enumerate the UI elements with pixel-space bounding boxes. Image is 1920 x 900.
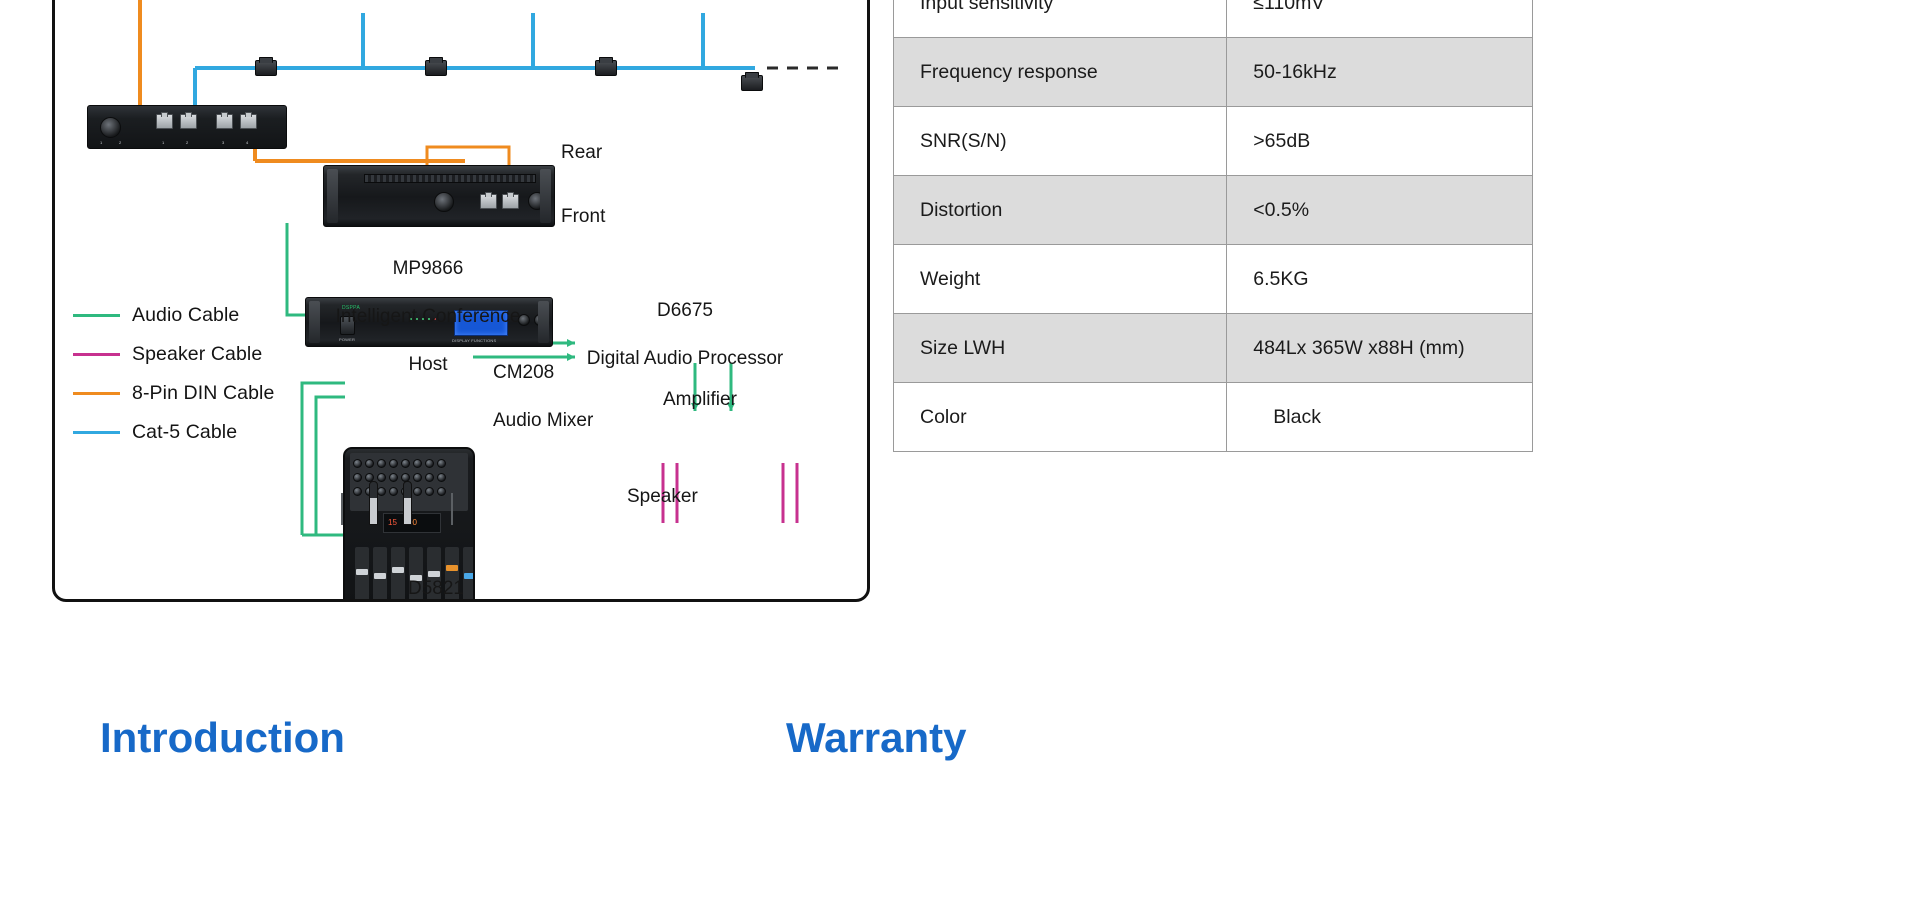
cable-connector-4 (741, 72, 763, 91)
table-row: Frequency response 50-16kHz (892, 37, 1533, 107)
legend-label-din-cable: 8-Pin DIN Cable (132, 382, 275, 404)
receiver-antenna-left (341, 493, 343, 525)
legend-item-din-cable: 8-Pin DIN Cable (73, 374, 333, 413)
table-row: Distortion <0.5% (892, 175, 1533, 245)
table-row: Input sensitivity ≤110mV (892, 0, 1533, 38)
front-side-label: Front (561, 206, 606, 227)
network-switch: 1 2 1 2 3 4 (87, 105, 287, 149)
legend-item-audio-cable: Audio Cable (73, 296, 333, 335)
specifications-table: Output Power ≤36W/18V/CH Line out 100Ω u… (892, 0, 1533, 452)
audio-processor-caption: D6675 Digital Audio Processor (525, 275, 845, 395)
processor-desc-label: Digital Audio Processor (586, 347, 784, 369)
handheld-microphone-1 (369, 481, 378, 525)
mixer-knob-row-1 (353, 459, 446, 468)
spec-key-size: Size LWH (892, 313, 1228, 383)
port-label-5: 3 (222, 140, 225, 145)
rear-din-port (434, 192, 454, 212)
spec-value-distortion: <0.5% (1226, 175, 1533, 245)
port-label-2: 2 (119, 140, 122, 145)
port-label-3: 1 (162, 140, 165, 145)
spec-value-weight: 6.5KG (1226, 244, 1533, 314)
port-label-4: 2 (186, 140, 189, 145)
port-label-6: 4 (246, 140, 249, 145)
amplifier-caption: Amplifier (663, 389, 737, 410)
audio-cable-swatch-icon (73, 314, 120, 317)
rear-power-socket (528, 192, 546, 210)
rear-rj45-2 (502, 192, 519, 209)
din-cable-swatch-icon (73, 392, 120, 395)
legend-label-audio-cable: Audio Cable (132, 304, 240, 326)
mixer-knob-row-2 (353, 473, 446, 482)
cable-connector-1 (255, 57, 277, 76)
spec-key-distortion: Distortion (892, 175, 1228, 245)
handheld-microphone-2 (403, 481, 412, 525)
cable-connector-2 (425, 57, 447, 76)
table-row: Size LWH 484Lx 365W x88H (mm) (892, 313, 1533, 383)
rj45-port-3 (216, 112, 233, 129)
spec-key-input-sensitivity: Input sensitivity (892, 0, 1228, 38)
processor-model-label: D6675 (657, 299, 713, 321)
spec-key-weight: Weight (892, 244, 1228, 314)
wireless-mic-caption: D5821 Wireless Microphone (281, 553, 591, 599)
conference-host-rear (323, 165, 555, 227)
rear-terminal-strip (364, 174, 536, 183)
rj45-port-1 (156, 112, 173, 129)
legend-item-cat5-cable: Cat-5 Cable (73, 413, 333, 452)
section-heading-introduction: Introduction (100, 720, 345, 761)
spec-value-snr: >65dB (1226, 106, 1533, 176)
mixer-knob-row-3 (353, 487, 446, 496)
mixer-desc-label: Audio Mixer (493, 409, 594, 431)
rj45-port-2 (180, 112, 197, 129)
port-label-1: 1 (100, 140, 103, 145)
speaker-caption: Speaker (627, 486, 698, 507)
section-headings-strip: Introduction Warranty (0, 720, 1920, 900)
spec-value-frequency-response: 50-16kHz (1226, 37, 1533, 107)
table-row: SNR(S/N) >65dB (892, 106, 1533, 176)
legend-item-speaker-cable: Speaker Cable (73, 335, 333, 374)
section-heading-warranty: Warranty (786, 720, 967, 761)
datasheet-page: 1 2 1 2 3 4 DSPPA POWER DISPLAY FUNCTION… (0, 0, 1920, 900)
din-connector-port (100, 117, 121, 138)
system-connection-diagram: 1 2 1 2 3 4 DSPPA POWER DISPLAY FUNCTION… (52, 0, 870, 602)
spec-key-color: Color (892, 382, 1228, 452)
legend-label-cat5-cable: Cat-5 Cable (132, 421, 238, 443)
spec-key-frequency-response: Frequency response (892, 37, 1228, 107)
table-row: Weight 6.5KG (892, 244, 1533, 314)
spec-value-size: 484Lx 365W x88H (mm) (1226, 313, 1533, 383)
receiver-antenna-right (451, 493, 453, 525)
table-row: Color Black (892, 382, 1533, 452)
cable-legend: Audio Cable Speaker Cable 8-Pin DIN Cabl… (73, 296, 333, 452)
rear-rj45-1 (480, 192, 497, 209)
mic-model-label: D5821 (408, 577, 464, 599)
spec-value-color: Black (1226, 382, 1533, 452)
rj45-port-4 (240, 112, 257, 129)
spec-key-snr: SNR(S/N) (892, 106, 1228, 176)
rear-side-label: Rear (561, 142, 603, 163)
speaker-cable-swatch-icon (73, 353, 120, 356)
cable-connector-3 (595, 57, 617, 76)
cat5-cable-swatch-icon (73, 431, 120, 434)
mixer-led-display: 15 00 (383, 513, 441, 533)
legend-label-speaker-cable: Speaker Cable (132, 343, 263, 365)
spec-value-input-sensitivity: ≤110mV (1226, 0, 1533, 38)
